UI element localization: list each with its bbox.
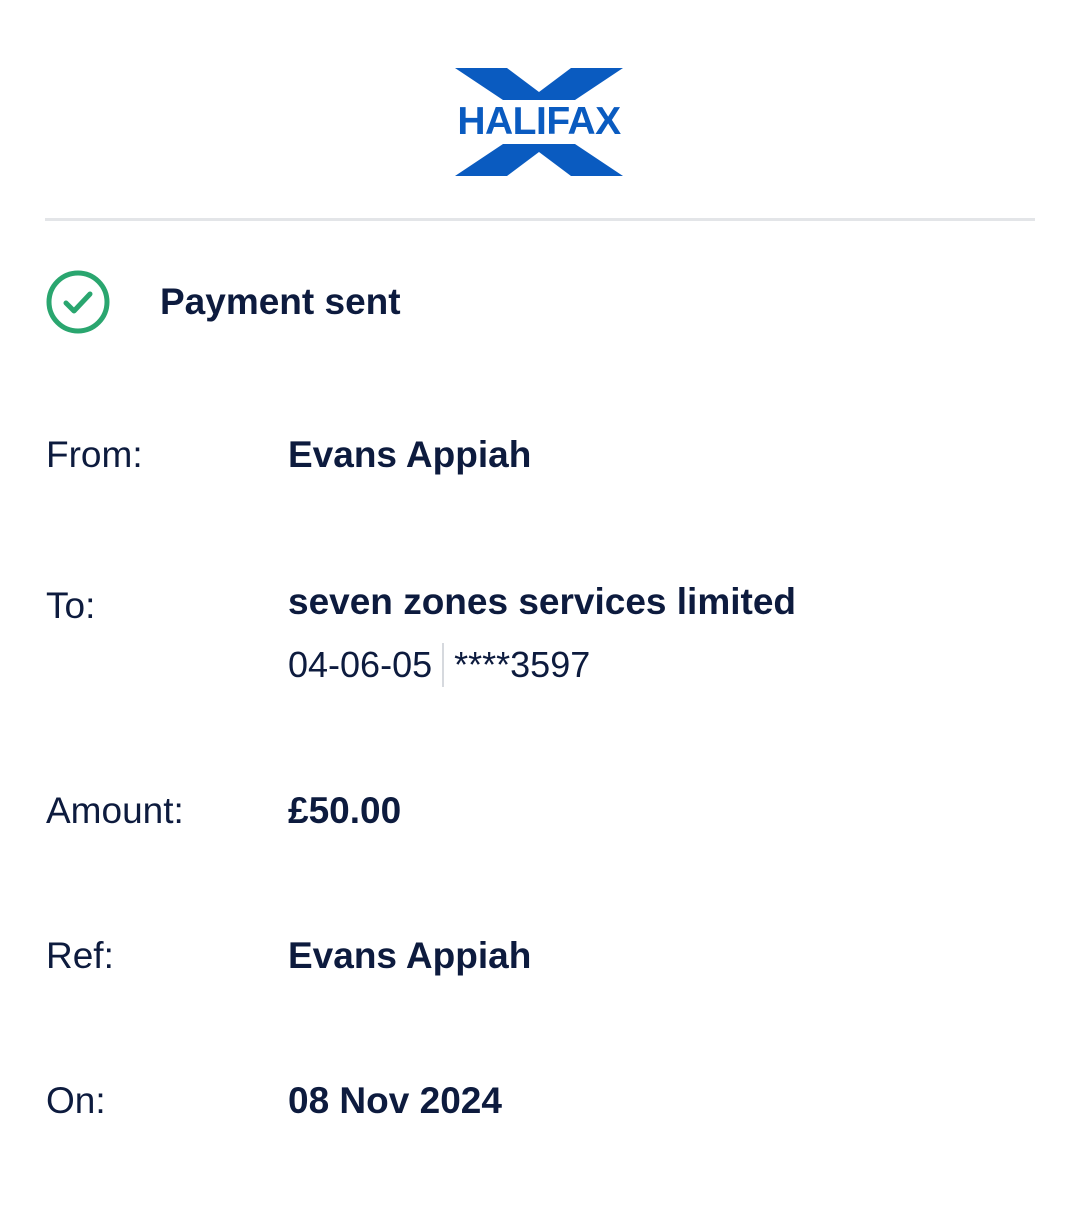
to-label: To: (46, 585, 96, 626)
payment-status: Payment sent (46, 270, 401, 334)
ref-label: Ref: (46, 935, 114, 976)
status-title: Payment sent (160, 281, 401, 322)
account-number: ****3597 (454, 644, 591, 685)
account-separator (442, 643, 445, 687)
ref-value: Evans Appiah (288, 935, 532, 976)
halifax-logo-text: HALIFAX (457, 100, 621, 143)
amount-label: Amount: (46, 790, 184, 831)
header-divider (45, 218, 1035, 221)
account-details: 04-06-05 ****3597 (288, 643, 590, 687)
from-label: From: (46, 434, 143, 475)
check-circle-icon (46, 270, 110, 334)
from-value: Evans Appiah (288, 434, 532, 475)
to-value: seven zones services limited (288, 581, 796, 622)
date-label: On: (46, 1080, 106, 1121)
sort-code: 04-06-05 (288, 644, 433, 685)
amount-value: £50.00 (288, 790, 402, 831)
date-value: 08 Nov 2024 (288, 1080, 502, 1121)
halifax-logo: HALIFAX (455, 68, 623, 176)
